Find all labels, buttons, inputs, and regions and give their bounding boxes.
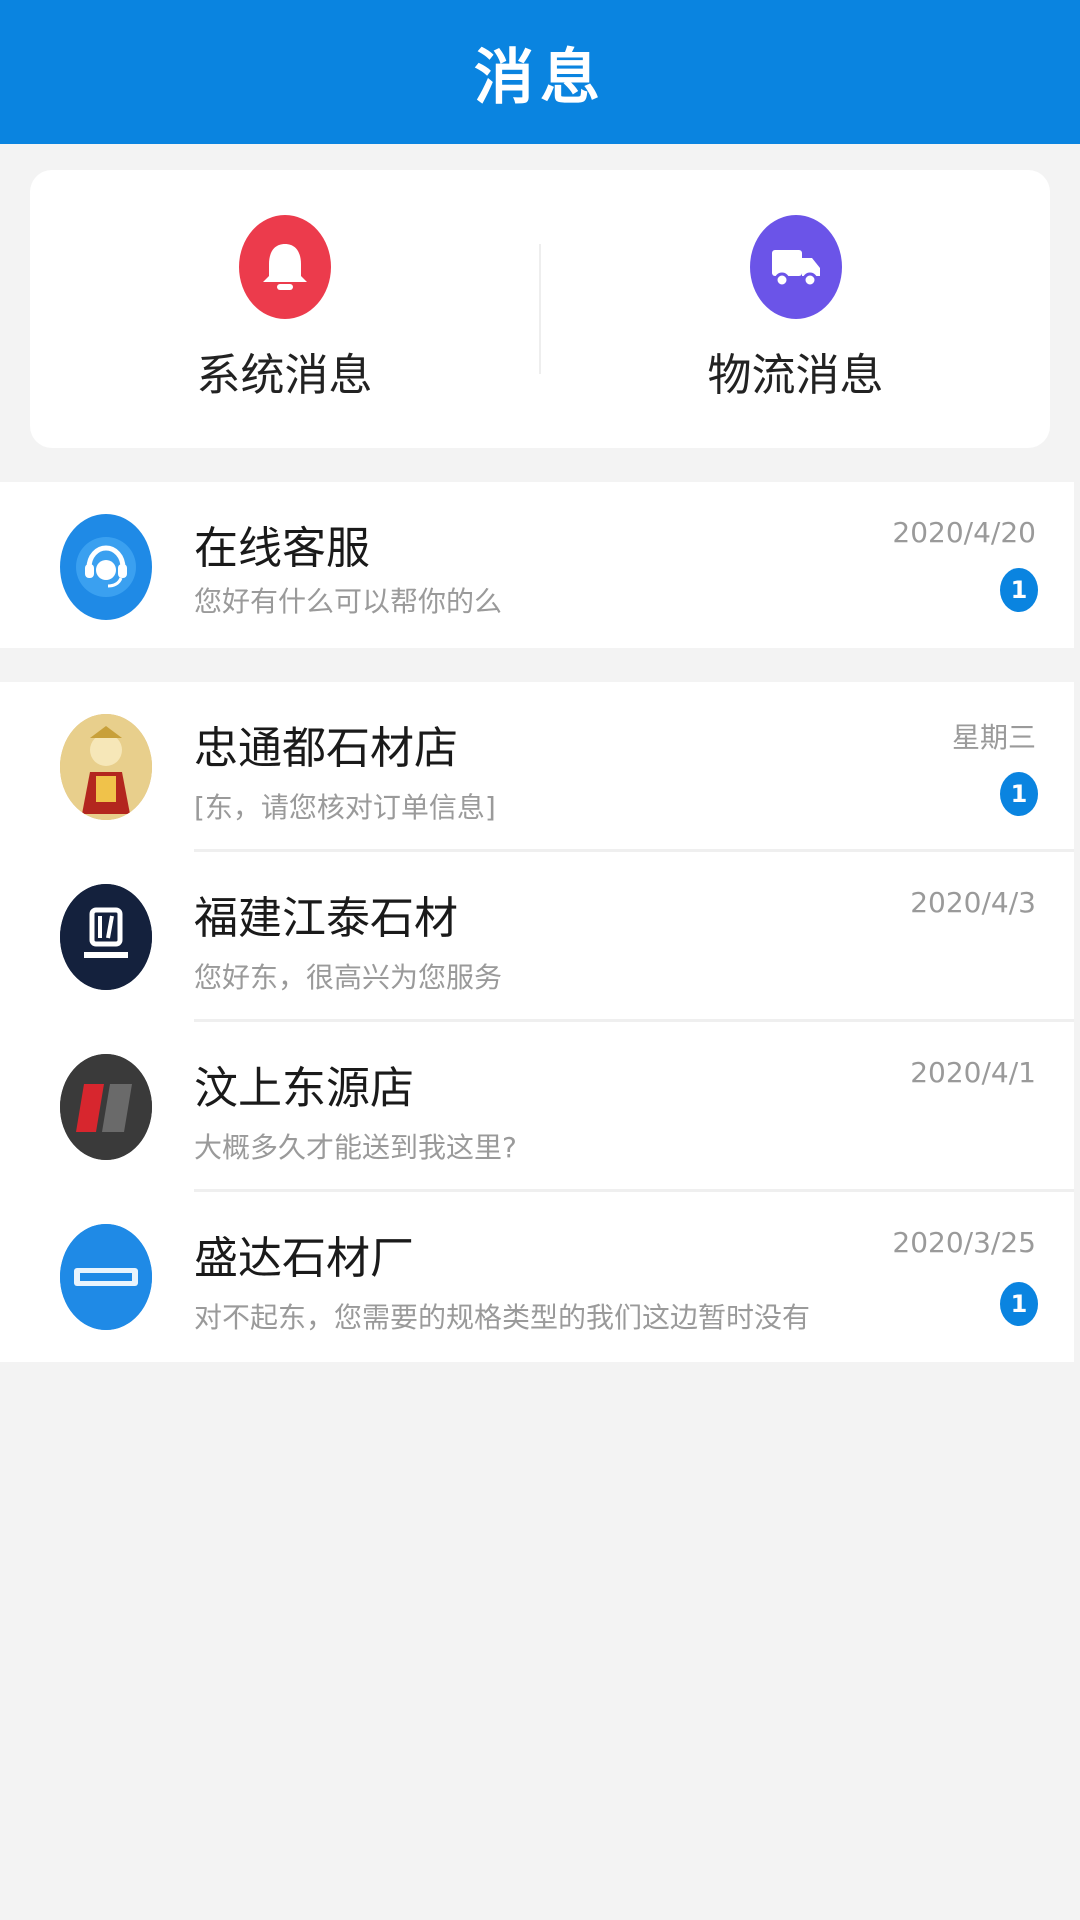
bell-icon	[238, 215, 331, 319]
quick-entry-card: 系统消息 物流消息	[30, 170, 1050, 448]
conversation-time: 2020/3/25	[892, 1226, 1036, 1259]
logistics-messages-label: 物流消息	[707, 350, 884, 401]
conversation-title: 福建江泰石材	[194, 893, 458, 944]
list-item[interactable]: 汶上东源店 大概多久才能送到我这里? 2020/4/1	[0, 1022, 1080, 1192]
conversation-title: 在线客服	[194, 523, 370, 574]
shop-avatar-icon	[60, 1054, 152, 1160]
conversation-preview: 大概多久才能送到我这里?	[194, 1131, 517, 1164]
app-header: 消息	[0, 0, 1080, 144]
logistics-messages-button[interactable]: 物流消息	[541, 170, 1050, 448]
conversation-time: 2020/4/20	[892, 516, 1036, 549]
shop-avatar-icon	[60, 1224, 152, 1330]
conversation-preview: [东，请您核对订单信息]	[194, 791, 496, 824]
unread-badge: 1	[1000, 1282, 1038, 1326]
conversation-title: 汶上东源店	[194, 1063, 414, 1114]
list-item[interactable]: 忠通都石材店 [东，请您核对订单信息] 星期三 1	[0, 682, 1080, 852]
conversation-preview: 对不起东，您需要的规格类型的我们这边暂时没有	[194, 1301, 811, 1334]
conversation-title: 忠通都石材店	[194, 723, 458, 774]
shop-avatar-icon	[60, 884, 152, 990]
conversation-time: 2020/4/1	[910, 1056, 1036, 1089]
unread-badge: 1	[1000, 772, 1038, 816]
page-edge	[1074, 144, 1080, 1920]
list-item[interactable]: 盛达石材厂 对不起东，您需要的规格类型的我们这边暂时没有 2020/3/25 1	[0, 1192, 1080, 1362]
service-section: 在线客服 您好有什么可以帮你的么 2020/4/20 1	[0, 482, 1080, 648]
conversation-title: 盛达石材厂	[194, 1233, 414, 1284]
list-item[interactable]: 福建江泰石材 您好东，很高兴为您服务 2020/4/3	[0, 852, 1080, 1022]
unread-badge: 1	[1000, 568, 1038, 612]
shop-avatar-icon	[60, 714, 152, 820]
conversation-time: 2020/4/3	[910, 886, 1036, 919]
service-row[interactable]: 在线客服 您好有什么可以帮你的么 2020/4/20 1	[0, 482, 1080, 652]
conversation-list: 忠通都石材店 [东，请您核对订单信息] 星期三 1 福建江泰石材 您好东，很高兴…	[0, 682, 1080, 1362]
conversation-time: 星期三	[951, 721, 1036, 754]
conversation-preview: 您好有什么可以帮你的么	[194, 585, 503, 618]
system-messages-button[interactable]: 系统消息	[30, 170, 539, 448]
headset-icon	[60, 514, 152, 620]
truck-icon	[749, 215, 842, 319]
page-title: 消息	[474, 42, 606, 113]
system-messages-label: 系统消息	[196, 350, 373, 401]
conversation-preview: 您好东，很高兴为您服务	[194, 961, 503, 994]
